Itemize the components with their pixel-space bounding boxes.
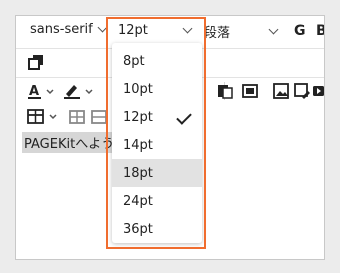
table-button[interactable] [26,108,60,126]
font-size-option-36pt[interactable]: 36pt [112,215,202,243]
check-icon [176,109,192,125]
block-format-select[interactable]: 段落 [204,22,279,41]
font-family-value: sans-serif [30,22,93,37]
highlight-color-button[interactable] [62,82,96,102]
underline-button[interactable]: B [316,23,324,39]
font-size-option-12pt[interactable]: 12pt [112,103,202,131]
chevron-down-icon [268,24,279,35]
svg-text:A: A [29,84,39,99]
chevron-down-icon [182,23,193,33]
table-cell-icon[interactable] [90,108,108,126]
media-icon[interactable] [312,82,324,100]
edit-image-icon[interactable] [293,82,311,100]
font-size-menu: 8pt 10pt 12pt 14pt 18pt 24pt 36pt [112,43,202,243]
font-size-value: 12pt [118,22,148,38]
font-size-option-24pt[interactable]: 24pt [112,187,202,215]
image-icon[interactable] [272,82,290,100]
bold-button[interactable]: G [294,23,306,39]
font-size-option-10pt[interactable]: 10pt [112,75,202,103]
text-color-button[interactable]: A [26,82,56,102]
block-format-value: 段落 [204,26,231,41]
template-icon[interactable] [241,82,259,100]
font-size-option-14pt[interactable]: 14pt [112,131,202,159]
font-size-option-8pt[interactable]: 8pt [112,47,202,75]
chevron-down-icon [97,22,108,33]
table-row-icon[interactable] [68,108,86,126]
font-family-select[interactable]: sans-serif [30,22,108,37]
paste-icon[interactable] [216,82,234,100]
editor-text[interactable]: PAGEKitへよう [22,132,117,153]
copy-format-icon[interactable] [28,54,44,70]
font-size-select[interactable]: 12pt [112,19,202,41]
font-size-option-18pt[interactable]: 18pt [112,159,202,187]
